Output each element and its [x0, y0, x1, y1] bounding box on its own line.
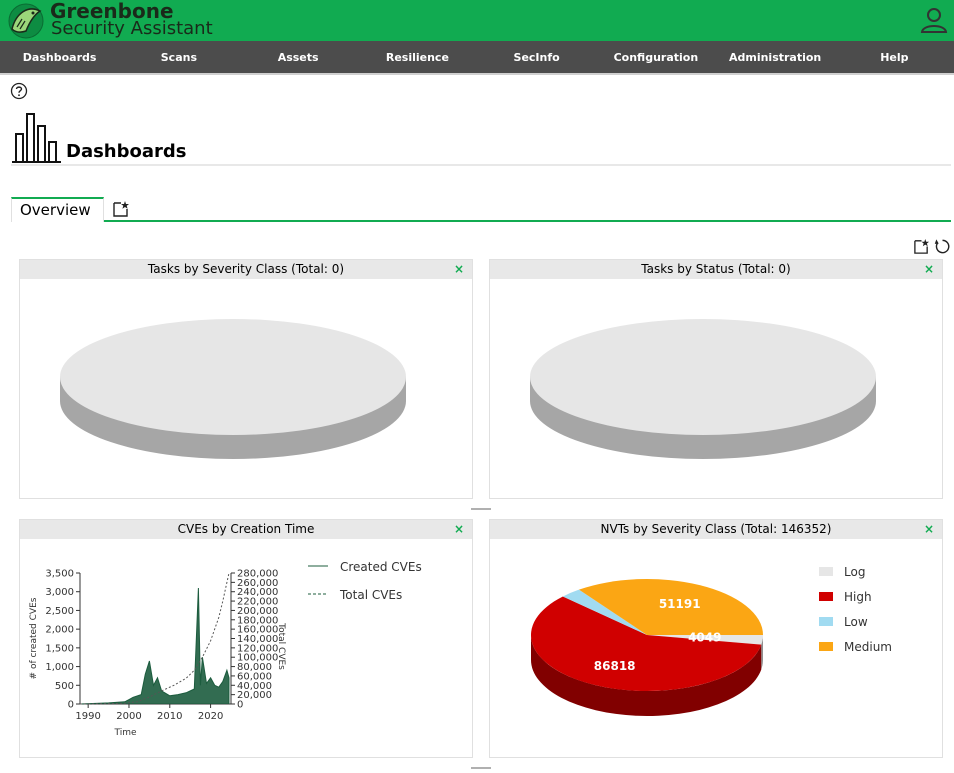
nav-help[interactable]: Help: [835, 41, 954, 73]
x-tick-label: 1990: [75, 711, 100, 722]
nav-configuration[interactable]: Configuration: [596, 41, 715, 73]
legend-label-medium: Medium: [844, 640, 892, 654]
nav-administration[interactable]: Administration: [716, 41, 835, 73]
close-panel-button[interactable]: ×: [924, 260, 934, 279]
y-tick-label-left: 3,000: [45, 587, 74, 598]
cves-line-chart: 05001,0001,5002,0002,5003,0003,500020,00…: [29, 560, 422, 738]
nav-secinfo[interactable]: SecInfo: [477, 41, 596, 73]
y-tick-label-left: 0: [68, 700, 74, 711]
legend-swatch-low: [819, 617, 833, 626]
panel-title-bar: CVEs by Creation Time ×: [20, 520, 472, 539]
x-tick-label: 2000: [116, 711, 141, 722]
y-tick-label-right: 280,000: [237, 569, 278, 580]
y-tick-label-right: 220,000: [237, 597, 278, 608]
y-tick-label-right: 260,000: [237, 578, 278, 589]
add-dashboard-icon[interactable]: [112, 200, 130, 218]
panel-cves-by-creation-time: CVEs by Creation Time × 0 500 1,000 1,500 2,…: [19, 519, 473, 758]
main-navigation: Dashboards Scans Assets Resilience SecIn…: [0, 41, 954, 75]
row-resize-handle[interactable]: [471, 508, 491, 510]
panel-title: Tasks by Severity Class (Total: 0): [147, 262, 345, 276]
greenbone-logo-icon: [8, 3, 44, 39]
legend-label-log: Log: [844, 565, 865, 579]
brand-subtitle: Security Assistant: [51, 18, 213, 39]
dashboard-icon: [12, 113, 61, 163]
nav-assets[interactable]: Assets: [239, 41, 358, 73]
pie-data-label-medium: 51191: [659, 597, 701, 611]
nvts-pie-chart: 4049 86818 51191 Log High Low Medium: [531, 565, 892, 716]
y-axis-label-left: # of created CVEs: [29, 597, 39, 679]
pie-data-label-high: 86818: [594, 659, 636, 673]
title-divider: [11, 164, 951, 166]
panel-title-bar: Tasks by Status (Total: 0) ×: [490, 260, 942, 279]
legend-swatch-medium: [819, 642, 833, 651]
panel-title-bar: Tasks by Severity Class (Total: 0) ×: [20, 260, 472, 279]
help-icon[interactable]: [10, 82, 28, 100]
y-tick-label-left: 500: [55, 681, 74, 692]
legend-swatch-log: [819, 567, 833, 576]
user-menu-icon[interactable]: [920, 6, 948, 34]
panel-tasks-by-severity: Tasks by Severity Class (Total: 0) ×: [19, 259, 473, 499]
panel-title: CVEs by Creation Time: [177, 522, 315, 536]
y-tick-label-left: 3,500: [45, 569, 74, 580]
series-created-cves-line: [79, 587, 230, 705]
tab-overview[interactable]: Overview: [11, 197, 104, 222]
y-tick-label-left: 2,500: [45, 606, 74, 617]
y-tick-label-right: 80,000: [237, 662, 272, 673]
panel-title: Tasks by Status (Total: 0): [641, 262, 791, 276]
panel-nvts-by-severity: NVTs by Severity Class (Total: 146352) ×…: [489, 519, 943, 758]
tasks-status-empty-pie: [530, 319, 876, 459]
nav-resilience[interactable]: Resilience: [358, 41, 477, 73]
tasks-severity-empty-pie: [60, 319, 406, 459]
legend-swatch-high: [819, 592, 833, 601]
y-tick-label-right: 100,000: [237, 653, 278, 664]
y-tick-label-left: 2,000: [45, 625, 74, 636]
close-panel-button[interactable]: ×: [454, 260, 464, 279]
nav-scans[interactable]: Scans: [119, 41, 238, 73]
panel-title: NVTs by Severity Class (Total: 146352): [600, 522, 832, 536]
page-title: Dashboards: [66, 141, 187, 162]
legend-label-low: Low: [844, 615, 868, 629]
pie-data-label-log: 4049: [688, 630, 721, 644]
panel-tasks-by-status: Tasks by Status (Total: 0) ×: [489, 259, 943, 499]
y-tick-label-left: 1,000: [45, 662, 74, 673]
x-tick-label: 2010: [157, 711, 182, 722]
y-tick-label-right: 120,000: [237, 643, 278, 654]
top-bar: Greenbone Security Assistant: [0, 0, 954, 41]
panel-title-bar: NVTs by Severity Class (Total: 146352) ×: [490, 520, 942, 539]
x-axis-label: Time: [113, 728, 136, 738]
y-tick-label-right: 200,000: [237, 606, 278, 617]
add-display-icon[interactable]: [913, 238, 930, 255]
y-axis-label-right: Total CVEs: [276, 622, 286, 670]
reload-icon[interactable]: [934, 238, 951, 255]
x-tick-label: 2020: [198, 711, 223, 722]
tabs-underline: [11, 220, 951, 222]
nav-dashboards[interactable]: Dashboards: [0, 41, 119, 73]
close-panel-button[interactable]: ×: [454, 520, 464, 539]
close-panel-button[interactable]: ×: [924, 520, 934, 539]
legend-label-created-cves: Created CVEs: [340, 560, 422, 574]
y-tick-label-right: 60,000: [237, 671, 272, 682]
legend-label-total-cves: Total CVEs: [339, 588, 402, 602]
legend-label-high: High: [844, 590, 872, 604]
row-resize-handle[interactable]: [471, 767, 491, 769]
y-tick-label-left: 1,500: [45, 643, 74, 654]
y-tick-label-right: 240,000: [237, 587, 278, 598]
